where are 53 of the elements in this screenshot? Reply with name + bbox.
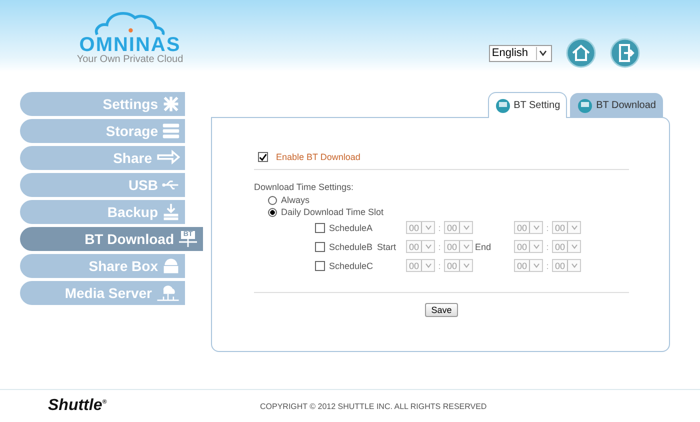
sidebar-item[interactable]: Share Box	[20, 254, 185, 278]
time-separator: :	[545, 242, 550, 252]
caret-icon	[462, 225, 470, 230]
time-separator: :	[545, 260, 550, 270]
home-icon[interactable]	[566, 38, 596, 68]
sidebar-item[interactable]: Storage	[20, 119, 185, 143]
caret-icon	[570, 263, 578, 268]
tab-icon	[577, 98, 594, 114]
tab-icon	[494, 98, 511, 114]
logo-tagline: Your Own Private Cloud	[76, 54, 184, 65]
checkbox-label[interactable]: Enable BT Download	[276, 152, 360, 162]
caret-icon	[532, 244, 540, 249]
caret-icon	[570, 244, 578, 249]
sidebar-item[interactable]: Media Server	[20, 281, 185, 305]
time-separator: :	[437, 242, 442, 252]
start-label: Start	[377, 242, 396, 252]
save-button[interactable]: Save	[425, 303, 458, 317]
caret-icon	[539, 50, 547, 56]
stack-icon	[162, 122, 180, 140]
caret-icon	[462, 244, 470, 249]
time-separator: :	[545, 222, 550, 232]
caret-icon	[462, 263, 470, 268]
time-separator: :	[437, 222, 442, 232]
tab[interactable]: BT Download	[570, 93, 663, 117]
caret-icon	[532, 263, 540, 268]
language-select[interactable]: English	[488, 44, 552, 62]
logo-name: OMNINAS	[79, 36, 181, 54]
logout-icon[interactable]	[610, 38, 640, 68]
sidebar-item[interactable]: Backup	[20, 200, 185, 224]
caret-icon	[424, 263, 432, 268]
tools-icon	[162, 95, 180, 113]
footer-brand: Shuttle$^{®}$	[48, 397, 108, 415]
sidebar-item[interactable]: Settings	[20, 92, 185, 116]
end-label: End	[475, 242, 492, 252]
section-heading: Download Time Settings:	[254, 182, 355, 192]
checkbox[interactable]	[258, 152, 268, 162]
sidebar-item[interactable]: USB	[20, 173, 185, 197]
caret-icon	[424, 225, 432, 230]
network-icon	[156, 284, 180, 302]
caret-icon	[570, 225, 578, 230]
arrows-icon	[156, 149, 180, 167]
radio-label[interactable]: Always	[281, 195, 310, 205]
tab[interactable]: BT Setting	[488, 92, 568, 118]
time-separator: :	[437, 260, 442, 270]
sidebar-item[interactable]: Share	[20, 146, 185, 170]
radio-button[interactable]	[268, 196, 277, 204]
box-icon	[162, 257, 180, 275]
radio-label[interactable]: Daily Download Time Slot	[281, 207, 384, 217]
copyright-text: COPYRIGHT © 2012 SHUTTLE INC. ALL RIGHTS RESERVED	[260, 402, 487, 410]
radio-button[interactable]	[268, 208, 277, 216]
caret-icon	[532, 225, 540, 230]
caret-icon	[424, 244, 432, 249]
download-icon	[162, 203, 180, 221]
